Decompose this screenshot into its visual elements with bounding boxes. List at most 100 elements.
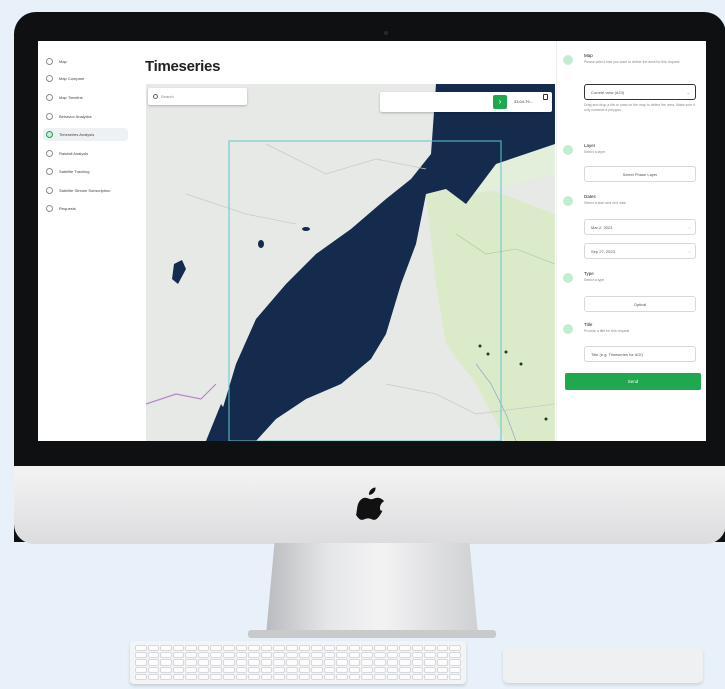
keyboard-key xyxy=(211,646,222,651)
keyboard-key xyxy=(450,667,460,672)
keyboard-key xyxy=(349,667,360,672)
keyboard-key xyxy=(362,660,372,665)
keyboard-key xyxy=(249,653,259,658)
keyboard-key xyxy=(224,667,234,672)
layer-select-button[interactable]: Select Phase Layer xyxy=(584,166,696,182)
keyboard-key xyxy=(362,653,372,658)
map-canvas[interactable] xyxy=(146,84,555,441)
keyboard-key xyxy=(337,667,347,672)
keyboard-key xyxy=(236,667,247,672)
keyboard-key xyxy=(374,646,385,651)
map-view[interactable] xyxy=(146,84,555,441)
keyboard-key xyxy=(173,660,184,665)
keyboard-key xyxy=(161,660,171,665)
keyboard-key xyxy=(374,674,385,679)
keyboard-key xyxy=(161,646,171,651)
sidebar-item-timeseries-analysis[interactable]: Timeseries Analysis xyxy=(43,128,128,141)
step-dot-dates xyxy=(563,196,573,206)
keyboard-key xyxy=(299,667,310,672)
keyboard-key xyxy=(400,674,410,679)
keyboard-key xyxy=(274,660,284,665)
keyboard-key xyxy=(173,653,184,658)
keyboard-key xyxy=(362,667,372,672)
sidebar-item-satellite-stream[interactable]: Satellite Stream Subscription xyxy=(43,184,128,197)
keyboard-key xyxy=(161,674,171,679)
rain-icon xyxy=(46,150,53,157)
keyboard-key xyxy=(286,646,297,651)
lock-icon[interactable] xyxy=(543,94,548,100)
keyboard-key xyxy=(299,660,310,665)
keyboard-key xyxy=(211,667,222,672)
globe-icon xyxy=(46,58,53,65)
keyboard-key xyxy=(261,653,272,658)
sidebar-item-requests[interactable]: Requests xyxy=(43,202,128,215)
requests-icon xyxy=(46,205,53,212)
search-placeholder: Search xyxy=(161,94,174,99)
end-date-field[interactable]: Sep 27, 2023 ▫ xyxy=(584,243,696,259)
keyboard-key xyxy=(211,653,222,658)
step-dot-title xyxy=(563,324,573,334)
keyboard-key xyxy=(249,646,259,651)
keyboard-key xyxy=(349,660,360,665)
step-title-title: Title xyxy=(584,322,593,327)
location-bar[interactable]: › 33.04.79... xyxy=(380,92,552,112)
sidebar-item-behavior-analytics[interactable]: Behavior Analytics xyxy=(43,110,128,123)
start-date-field[interactable]: Mar 2, 2023 ▫ xyxy=(584,219,696,235)
calendar-icon: ▫ xyxy=(688,224,690,230)
keyboard-key xyxy=(274,667,284,672)
area-select[interactable]: Current view (AOI) ⌄ xyxy=(584,84,696,100)
keyboard-key xyxy=(236,660,247,665)
keyboard-key xyxy=(136,653,146,658)
send-button[interactable]: Send xyxy=(565,373,701,390)
camera-dot xyxy=(384,31,388,35)
keyboard-key xyxy=(400,667,410,672)
keyboard-key xyxy=(412,667,423,672)
keyboard-key xyxy=(412,660,423,665)
keyboard-key xyxy=(312,667,322,672)
trackpad xyxy=(503,647,703,683)
sidebar-item-label: Timeseries Analysis xyxy=(59,132,95,137)
app-screen: Map Map Compare Map Timeline Behavior An… xyxy=(38,41,706,441)
keyboard-key xyxy=(324,660,335,665)
keyboard-key xyxy=(274,653,284,658)
keyboard-key xyxy=(198,653,209,658)
apple-logo-icon xyxy=(356,487,384,520)
keyboard-key xyxy=(400,646,410,651)
title-input[interactable]: Title (e.g. Timeseries for AOI) xyxy=(584,346,696,362)
keyboard-key xyxy=(249,674,259,679)
sidebar-item-map-compare[interactable]: Map Compare xyxy=(43,72,128,85)
keyboard-key xyxy=(148,667,159,672)
sidebar-item-rainfall-analysis[interactable]: Rainfall Analysis xyxy=(43,147,128,160)
keyboard-key xyxy=(425,667,435,672)
type-select-button[interactable]: Optical xyxy=(584,296,696,312)
keyboard-key xyxy=(224,653,234,658)
sidebar-item-label: Rainfall Analysis xyxy=(59,151,89,156)
keyboard-key xyxy=(136,646,146,651)
keyboard-key xyxy=(161,653,171,658)
sidebar-item-satellite-tracking[interactable]: Satellite Tracking xyxy=(43,165,128,178)
keyboard-key xyxy=(261,660,272,665)
keyboard-key xyxy=(374,660,385,665)
map-search-input[interactable]: Search xyxy=(148,88,247,105)
imac-stand-foot xyxy=(248,630,496,638)
keyboard-key xyxy=(148,653,159,658)
keyboard-key xyxy=(387,646,398,651)
keyboard-key xyxy=(312,660,322,665)
step-subtitle-type: Select a type xyxy=(584,278,605,282)
keyboard-key xyxy=(387,674,398,679)
locate-button[interactable]: › xyxy=(493,95,507,109)
layer-button-label: Select Phase Layer xyxy=(622,171,658,177)
step-title-type: Type xyxy=(584,271,594,276)
keyboard-key xyxy=(173,667,184,672)
start-date-value: Mar 2, 2023 xyxy=(591,224,613,230)
sidebar-item-map[interactable]: Map xyxy=(43,55,128,68)
keyboard xyxy=(130,641,466,684)
sidebar-item-map-timeline[interactable]: Map Timeline xyxy=(43,91,128,104)
keyboard-key xyxy=(312,653,322,658)
keyboard-key xyxy=(349,674,360,679)
keyboard-key xyxy=(412,646,423,651)
keyboard-key xyxy=(224,646,234,651)
keyboard-key xyxy=(362,646,372,651)
keyboard-key xyxy=(173,674,184,679)
search-icon xyxy=(153,94,158,99)
